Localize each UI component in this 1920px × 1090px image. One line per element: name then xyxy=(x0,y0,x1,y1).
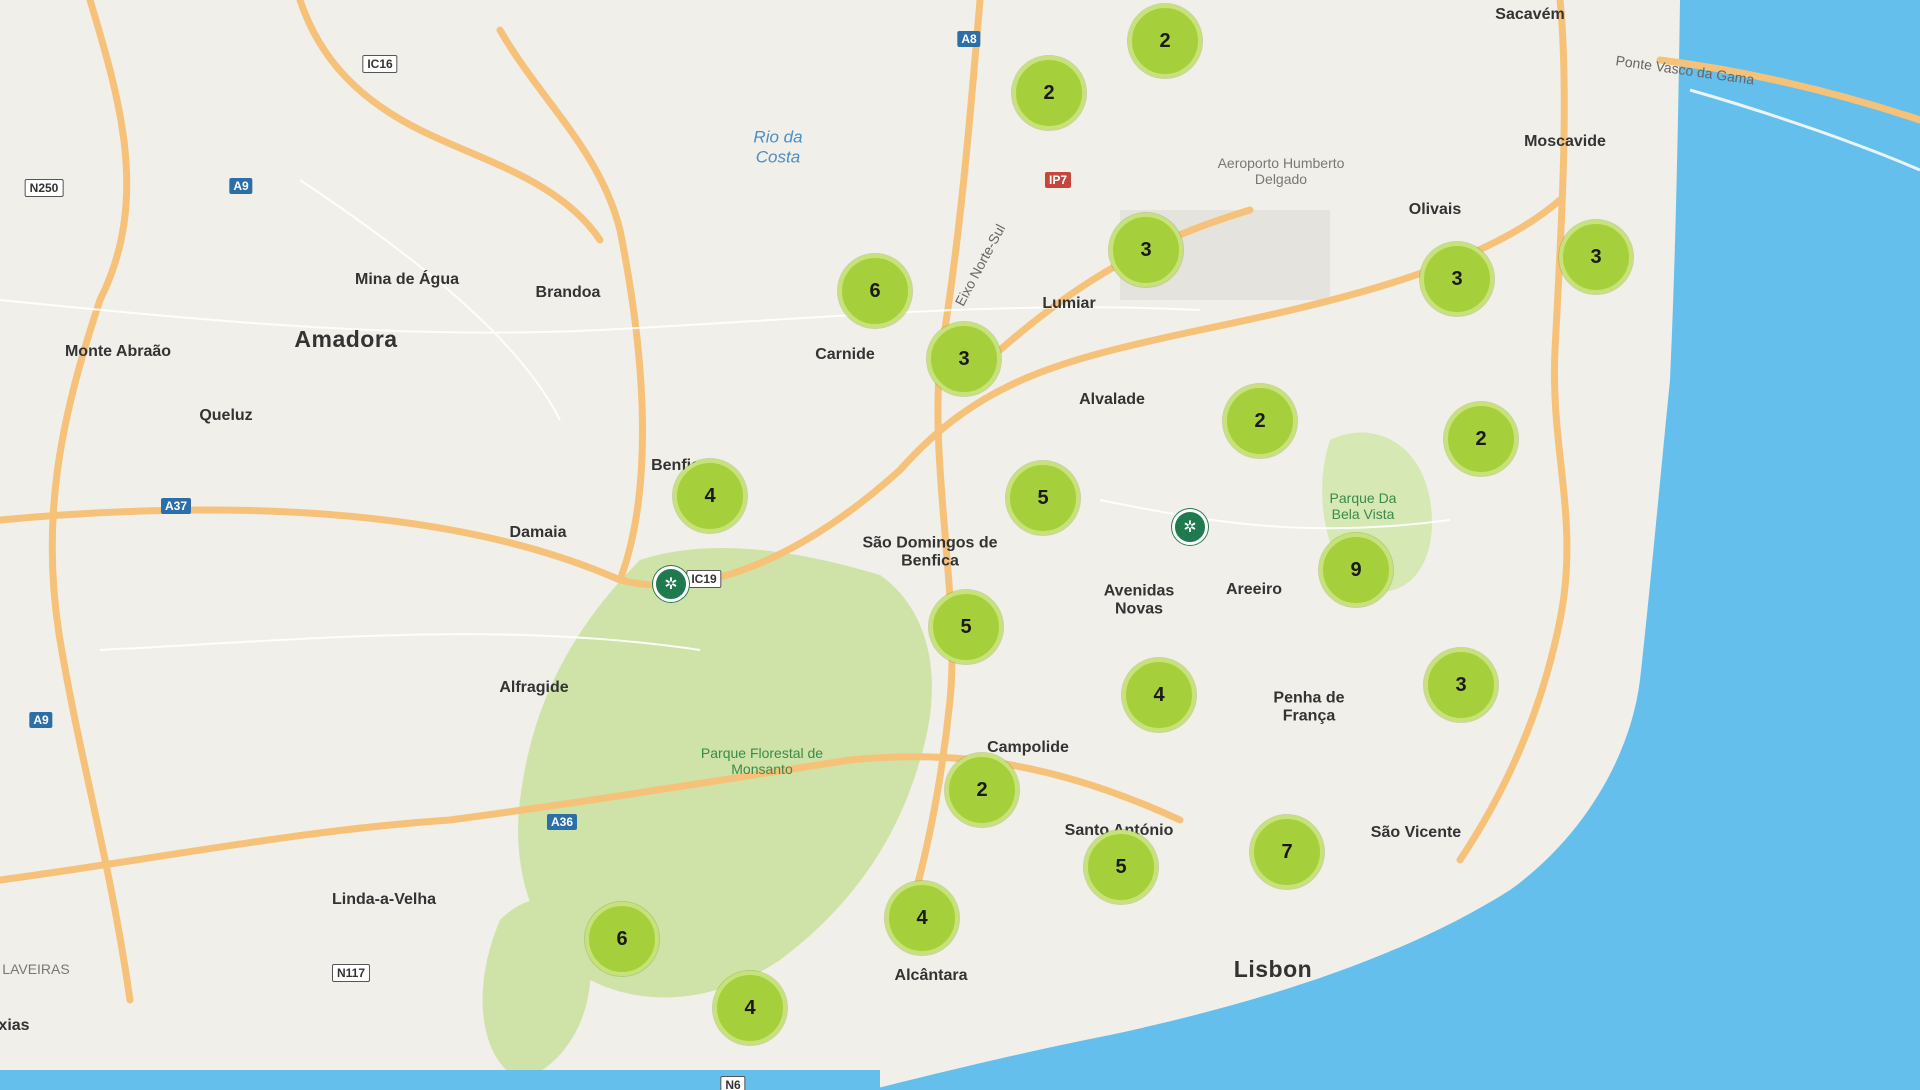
place-label-airport: Aeroporto Humberto Delgado xyxy=(1217,154,1345,187)
cluster-count: 9 xyxy=(1350,558,1362,581)
cluster-count: 5 xyxy=(1115,855,1127,878)
cluster-count: 3 xyxy=(1140,238,1152,261)
cluster-count: 2 xyxy=(1043,81,1055,104)
cluster-marker[interactable]: 4 xyxy=(713,971,787,1045)
location-pin-icon[interactable]: ✲ xyxy=(653,566,689,602)
cluster-count: 4 xyxy=(744,996,756,1019)
cluster-marker[interactable]: 3 xyxy=(1559,220,1633,294)
cluster-count: 6 xyxy=(869,279,881,302)
cluster-count: 2 xyxy=(1254,409,1266,432)
place-label-laveiras: LAVEIRAS xyxy=(2,960,70,977)
place-label-sao-domingos-de-benfica: São Domingos de Benfica xyxy=(862,534,998,570)
place-label-alvalade: Alvalade xyxy=(1079,390,1145,408)
place-label-areeiro: Areeiro xyxy=(1225,580,1283,598)
location-pin-icon[interactable]: ✲ xyxy=(1172,509,1208,545)
cluster-marker[interactable]: 3 xyxy=(1109,213,1183,287)
cluster-marker[interactable]: 9 xyxy=(1319,533,1393,607)
cluster-marker[interactable]: 2 xyxy=(945,753,1019,827)
cluster-marker[interactable]: 2 xyxy=(1012,56,1086,130)
place-label-damaia: Damaia xyxy=(509,523,567,541)
place-label-carnide: Carnide xyxy=(815,345,875,363)
place-label-alfragide: Alfragide xyxy=(499,678,569,696)
place-label-xias: xias xyxy=(0,1016,30,1034)
cluster-count: 4 xyxy=(1153,683,1165,706)
cluster-count: 2 xyxy=(1159,29,1171,52)
road-shield-n250: N250 xyxy=(24,179,64,197)
place-label-parque-da-bela-vista: Parque Da Bela Vista xyxy=(1329,489,1397,522)
place-label-lisbon: Lisbon xyxy=(1233,955,1313,982)
cluster-marker[interactable]: 4 xyxy=(673,459,747,533)
cluster-count: 4 xyxy=(704,484,716,507)
place-label-penha-de-franca: Penha de França xyxy=(1273,689,1345,725)
cluster-count: 3 xyxy=(1590,245,1602,268)
place-label-alcantara: Alcântara xyxy=(894,966,968,984)
place-label-mina-de-agua: Mina de Água xyxy=(354,270,460,288)
road-shield-n117: N117 xyxy=(331,964,371,982)
cluster-marker[interactable]: 4 xyxy=(885,881,959,955)
place-label-moscavide: Moscavide xyxy=(1524,132,1606,150)
place-label-campolide: Campolide xyxy=(987,738,1069,756)
cluster-marker[interactable]: 2 xyxy=(1444,402,1518,476)
place-label-amadora: Amadora xyxy=(294,325,398,352)
road-shield-a9-south: A9 xyxy=(29,712,53,728)
cluster-marker[interactable]: 6 xyxy=(585,902,659,976)
cluster-marker[interactable]: 5 xyxy=(1084,830,1158,904)
cluster-count: 2 xyxy=(976,778,988,801)
cluster-marker[interactable]: 7 xyxy=(1250,815,1324,889)
cluster-count: 3 xyxy=(1455,673,1467,696)
cluster-count: 7 xyxy=(1281,840,1293,863)
road-shield-ic16: IC16 xyxy=(362,55,398,73)
cluster-count: 3 xyxy=(958,347,970,370)
cluster-marker[interactable]: 6 xyxy=(838,254,912,328)
cluster-marker[interactable]: 5 xyxy=(1006,461,1080,535)
map-view[interactable]: Sacavém Moscavide Olivais Lumiar Carnide… xyxy=(0,0,1920,1090)
road-shield-a9: A9 xyxy=(229,178,253,194)
cluster-marker[interactable]: 2 xyxy=(1128,4,1202,78)
place-label-avenidas-novas: Avenidas Novas xyxy=(1103,582,1175,618)
cluster-marker[interactable]: 3 xyxy=(1424,648,1498,722)
road-shield-a36: A36 xyxy=(546,814,578,830)
road-shield-a37: A37 xyxy=(160,498,192,514)
road-shield-n6: N6 xyxy=(720,1076,746,1090)
road-shield-ic19: IC19 xyxy=(686,570,722,588)
road-shield-a8: A8 xyxy=(957,31,981,47)
cluster-count: 4 xyxy=(916,906,928,929)
place-label-rio-da-costa: Rio da Costa xyxy=(753,127,803,166)
place-label-sacavem: Sacavém xyxy=(1495,5,1565,23)
place-label-olivais: Olivais xyxy=(1408,200,1462,218)
cluster-marker[interactable]: 4 xyxy=(1122,658,1196,732)
cluster-count: 6 xyxy=(616,927,628,950)
place-label-linda-a-velha: Linda-a-Velha xyxy=(331,890,437,908)
place-label-sao-vicente: São Vicente xyxy=(1370,823,1462,841)
place-label-parque-florestal-de-monsanto: Parque Florestal de Monsanto xyxy=(700,744,824,777)
place-label-queluz: Queluz xyxy=(199,406,253,424)
cluster-count: 5 xyxy=(960,615,972,638)
place-label-brandoa: Brandoa xyxy=(535,283,601,301)
cluster-marker[interactable]: 3 xyxy=(927,322,1001,396)
cluster-count: 3 xyxy=(1451,267,1463,290)
road-shield-ip7: IP7 xyxy=(1044,172,1072,188)
cluster-marker[interactable]: 2 xyxy=(1223,384,1297,458)
cluster-marker[interactable]: 5 xyxy=(929,590,1003,664)
cluster-marker[interactable]: 3 xyxy=(1420,242,1494,316)
place-label-lumiar: Lumiar xyxy=(1042,294,1096,312)
place-label-monte-abraao: Monte Abraão xyxy=(64,342,172,360)
cluster-count: 2 xyxy=(1475,427,1487,450)
cluster-count: 5 xyxy=(1037,486,1049,509)
